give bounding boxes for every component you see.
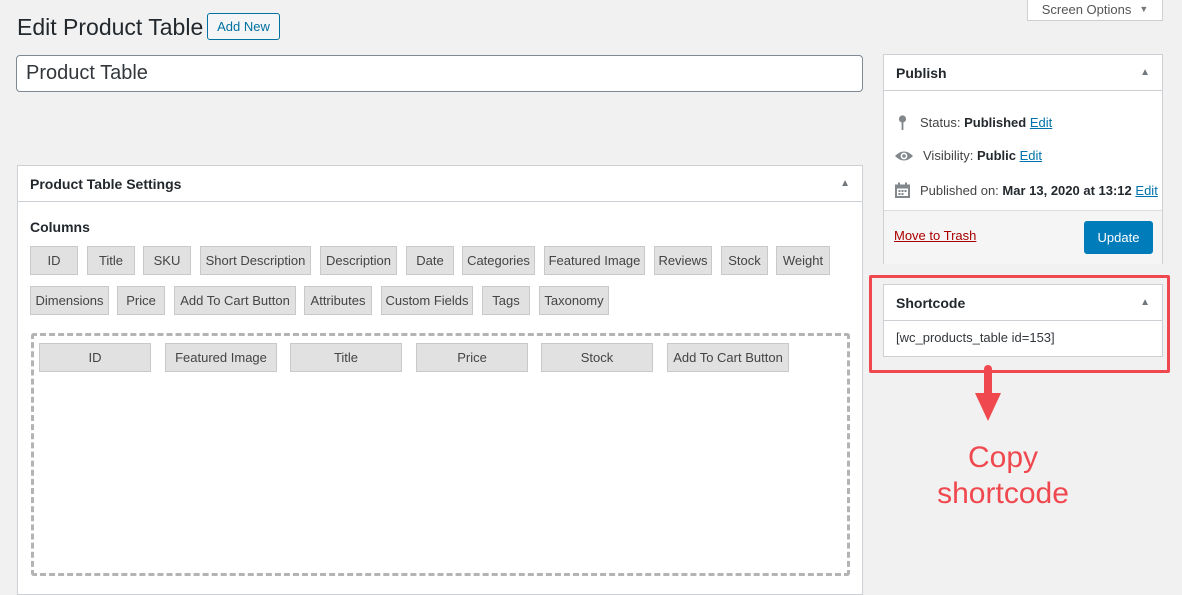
column-chip[interactable]: Attributes xyxy=(304,286,372,315)
settings-header[interactable]: Product Table Settings ▲ xyxy=(18,166,862,202)
shortcode-highlight-box xyxy=(869,275,1170,373)
chevron-down-icon: ▼ xyxy=(1139,4,1149,14)
status-row: Status: Published Edit xyxy=(894,114,1052,131)
column-chip[interactable]: Date xyxy=(406,246,454,275)
annotation-line-1: Copy xyxy=(967,441,1039,474)
selected-column-chip[interactable]: Featured Image xyxy=(165,343,277,372)
down-arrow-icon xyxy=(975,365,1001,421)
published-on-label: Published on: xyxy=(920,183,999,198)
column-chip[interactable]: ID xyxy=(30,246,78,275)
annotation-line-2: shortcode xyxy=(937,477,1069,510)
status-label: Status: xyxy=(920,115,961,130)
columns-label: Columns xyxy=(30,219,90,235)
column-chip[interactable]: Short Description xyxy=(200,246,311,275)
publish-header[interactable]: Publish ▲ xyxy=(884,55,1162,91)
publish-heading: Publish xyxy=(896,64,947,81)
eye-icon xyxy=(895,151,913,160)
status-value: Published xyxy=(964,115,1027,130)
pin-icon xyxy=(898,115,907,130)
column-chip[interactable]: Tags xyxy=(482,286,530,315)
column-chip[interactable]: Dimensions xyxy=(30,286,109,315)
calendar-icon xyxy=(895,182,910,198)
visibility-value: Public xyxy=(976,148,1016,163)
column-chip[interactable]: Add To Cart Button xyxy=(174,286,296,315)
published-on-row: Published on: Mar 13, 2020 at 13:12 Edit xyxy=(894,182,1158,199)
page-title: Edit Product Table xyxy=(17,14,204,40)
copy-shortcode-annotation: Copy shortcode xyxy=(903,440,1103,512)
column-chip[interactable]: SKU xyxy=(143,246,191,275)
collapse-arrow-icon[interactable]: ▲ xyxy=(840,178,850,189)
add-new-button[interactable]: Add New xyxy=(207,13,280,40)
publish-actions: Move to Trash Update xyxy=(884,210,1162,264)
visibility-label: Visibility: xyxy=(923,148,974,163)
column-chip[interactable]: Taxonomy xyxy=(539,286,609,315)
screen-options-button[interactable]: Screen Options ▼ xyxy=(1027,0,1163,21)
title-input[interactable] xyxy=(16,55,863,92)
move-to-trash-link[interactable]: Move to Trash xyxy=(894,228,976,243)
column-chip[interactable]: Description xyxy=(320,246,397,275)
selected-column-chip[interactable]: Add To Cart Button xyxy=(667,343,789,372)
publish-box: Publish ▲ Status: Published Edit Visibil… xyxy=(883,54,1163,264)
column-chip[interactable]: Weight xyxy=(776,246,830,275)
column-chip[interactable]: Price xyxy=(117,286,165,315)
screen-options-label: Screen Options xyxy=(1041,1,1132,17)
edit-status-link[interactable]: Edit xyxy=(1030,115,1052,130)
selected-column-chip[interactable]: Stock xyxy=(541,343,653,372)
column-chip[interactable]: Stock xyxy=(721,246,768,275)
collapse-arrow-icon[interactable]: ▲ xyxy=(1140,67,1150,78)
column-chip[interactable]: Reviews xyxy=(654,246,712,275)
column-chip[interactable]: Title xyxy=(87,246,135,275)
product-table-settings-box: Product Table Settings ▲ Columns ID Titl… xyxy=(17,165,863,595)
settings-heading: Product Table Settings xyxy=(30,175,182,192)
visibility-row: Visibility: Public Edit xyxy=(894,148,1042,163)
column-chip[interactable]: Categories xyxy=(462,246,535,275)
selected-column-chip[interactable]: ID xyxy=(39,343,151,372)
edit-date-link[interactable]: Edit xyxy=(1135,183,1157,198)
column-chip[interactable]: Custom Fields xyxy=(381,286,473,315)
selected-column-chip[interactable]: Price xyxy=(416,343,528,372)
update-button[interactable]: Update xyxy=(1084,221,1153,254)
selected-column-chip[interactable]: Title xyxy=(290,343,402,372)
column-chip[interactable]: Featured Image xyxy=(544,246,645,275)
published-on-value: Mar 13, 2020 at 13:12 xyxy=(1002,183,1132,198)
edit-visibility-link[interactable]: Edit xyxy=(1020,148,1042,163)
